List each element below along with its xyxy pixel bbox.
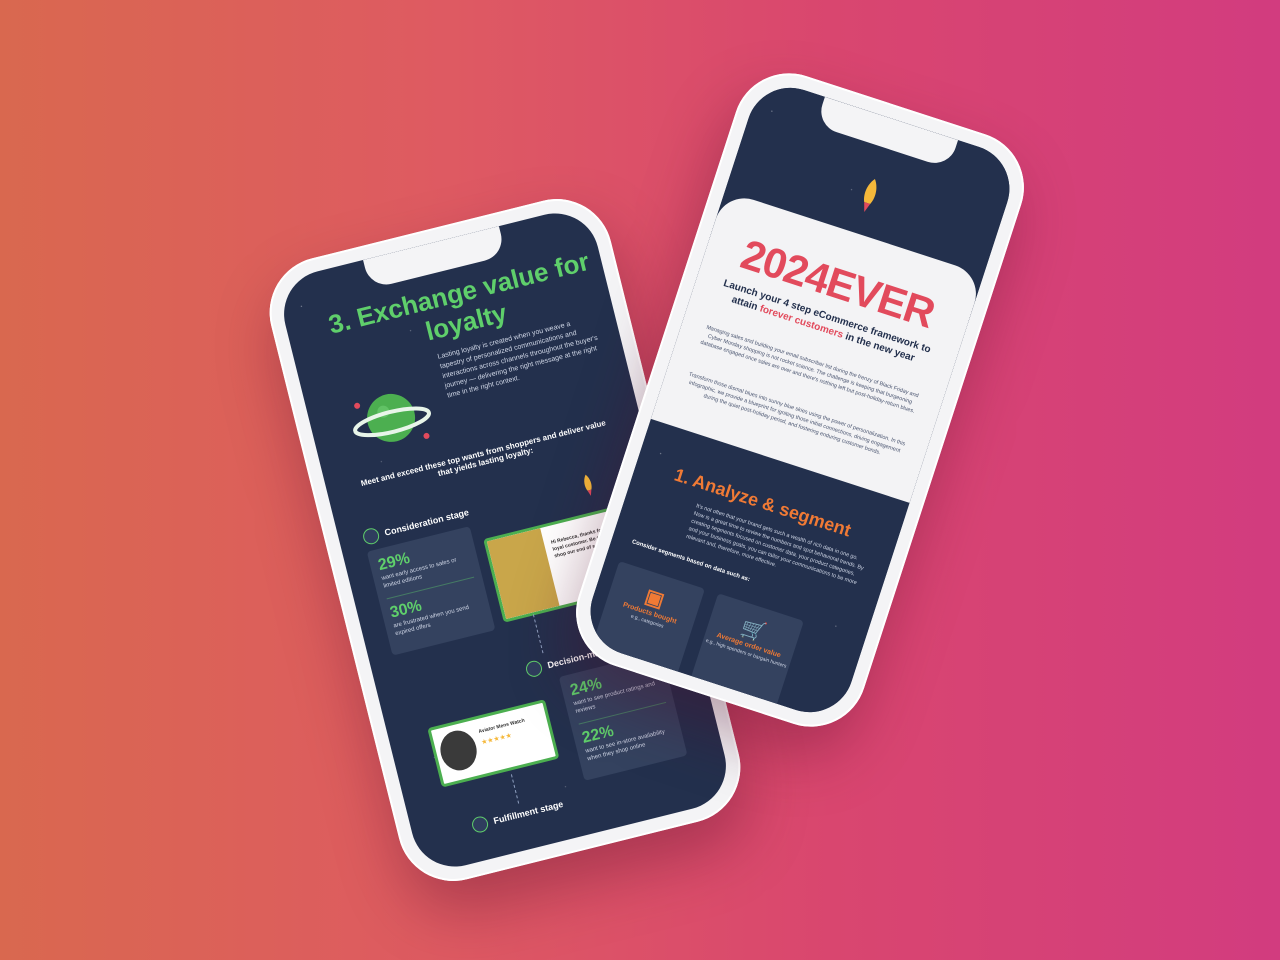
rating-stars: ★★★★★ <box>480 732 513 747</box>
phone-screen-right: 2024EVER Launch your 4 step eCommerce fr… <box>579 76 1021 724</box>
watch-image <box>436 726 481 775</box>
